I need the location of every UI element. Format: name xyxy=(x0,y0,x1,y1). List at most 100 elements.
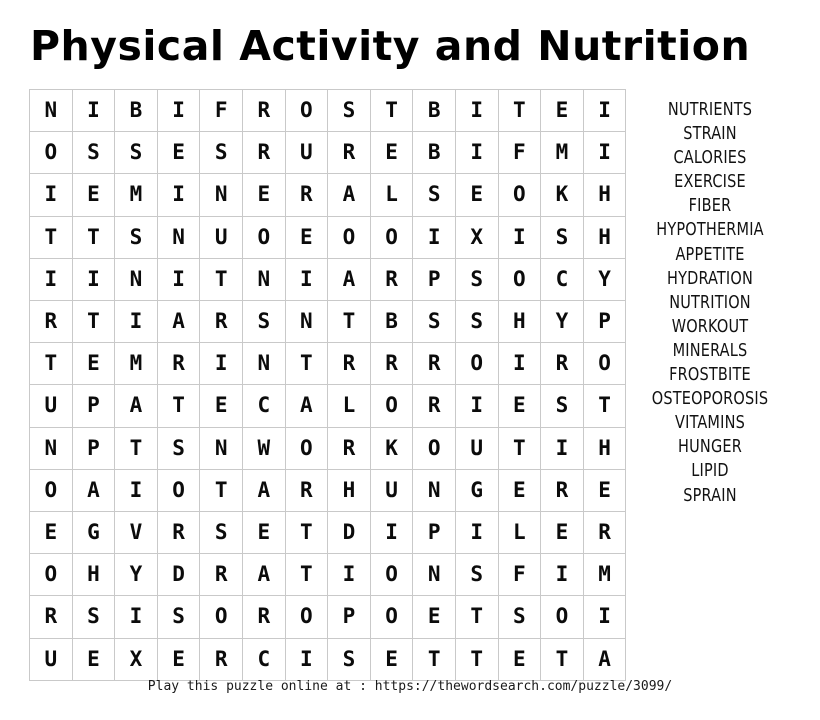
grid-cell[interactable]: D xyxy=(156,553,201,597)
grid-cell[interactable]: N xyxy=(241,342,286,386)
grid-cell[interactable]: S xyxy=(71,595,116,639)
grid-cell[interactable]: T xyxy=(284,342,329,386)
grid-cell[interactable]: H xyxy=(497,300,542,344)
grid-cell[interactable]: M xyxy=(582,553,627,597)
grid-cell[interactable]: R xyxy=(199,637,243,681)
grid-cell[interactable]: E xyxy=(412,595,456,639)
grid-cell[interactable]: R xyxy=(327,342,371,386)
grid-cell[interactable]: S xyxy=(199,511,243,555)
grid-cell[interactable]: E xyxy=(497,384,542,428)
grid-cell[interactable]: E xyxy=(241,511,286,555)
grid-cell[interactable]: N xyxy=(284,300,329,344)
grid-cell[interactable]: S xyxy=(199,131,243,175)
grid-cell[interactable]: T xyxy=(71,215,116,259)
grid-cell[interactable]: E xyxy=(156,131,201,175)
grid-cell[interactable]: E xyxy=(29,511,73,555)
grid-cell[interactable]: I xyxy=(454,511,499,555)
grid-cell[interactable]: E xyxy=(284,215,329,259)
word-list-item[interactable]: MINERALS xyxy=(627,339,793,363)
grid-cell[interactable]: O xyxy=(29,131,73,175)
grid-cell[interactable]: I xyxy=(114,595,158,639)
word-list-item[interactable]: APPETITE xyxy=(627,243,793,267)
word-list-item[interactable]: CALORIES xyxy=(627,146,793,170)
grid-cell[interactable]: D xyxy=(327,511,371,555)
grid-cell[interactable]: S xyxy=(454,553,499,597)
grid-cell[interactable]: I xyxy=(454,131,499,175)
grid-cell[interactable]: S xyxy=(327,637,371,681)
grid-cell[interactable]: R xyxy=(284,173,329,217)
word-list-item[interactable]: SPRAIN xyxy=(627,484,793,508)
grid-cell[interactable]: S xyxy=(71,131,116,175)
grid-cell[interactable]: R xyxy=(241,131,286,175)
grid-cell[interactable]: R xyxy=(199,300,243,344)
grid-cell[interactable]: R xyxy=(540,342,584,386)
grid-cell[interactable]: R xyxy=(369,257,414,302)
grid-cell[interactable]: S xyxy=(327,88,371,133)
grid-cell[interactable]: P xyxy=(327,595,371,639)
grid-cell[interactable]: O xyxy=(156,468,201,513)
grid-cell[interactable]: O xyxy=(369,553,414,597)
grid-cell[interactable]: R xyxy=(241,88,286,133)
grid-cell[interactable]: A xyxy=(327,173,371,217)
grid-cell[interactable]: I xyxy=(540,426,584,470)
grid-cell[interactable]: T xyxy=(29,342,73,386)
grid-cell[interactable]: R xyxy=(412,342,456,386)
grid-cell[interactable]: I xyxy=(29,257,73,302)
word-list-item[interactable]: EXERCISE xyxy=(627,170,793,194)
grid-cell[interactable]: N xyxy=(29,426,73,470)
word-list-item[interactable]: HUNGER xyxy=(627,435,793,459)
grid-cell[interactable]: C xyxy=(540,257,584,302)
grid-cell[interactable]: L xyxy=(327,384,371,428)
grid-cell[interactable]: I xyxy=(497,215,542,259)
grid-cell[interactable]: F xyxy=(199,88,243,133)
grid-cell[interactable]: I xyxy=(156,257,201,302)
word-search-grid[interactable]: NIBIFROSTBITEIOSSESRUREBIFMIIEMINERALSEO… xyxy=(29,88,627,681)
word-list-item[interactable]: HYDRATION xyxy=(627,267,793,291)
grid-cell[interactable]: A xyxy=(582,637,627,681)
word-list-item[interactable]: OSTEOPOROSIS xyxy=(627,387,793,411)
grid-cell[interactable]: N xyxy=(199,173,243,217)
grid-cell[interactable]: T xyxy=(284,553,329,597)
grid-cell[interactable]: H xyxy=(71,553,116,597)
grid-cell[interactable]: R xyxy=(156,511,201,555)
grid-cell[interactable]: I xyxy=(71,257,116,302)
grid-cell[interactable]: P xyxy=(71,426,116,470)
grid-cell[interactable]: T xyxy=(327,300,371,344)
grid-cell[interactable]: S xyxy=(241,300,286,344)
grid-cell[interactable]: S xyxy=(114,131,158,175)
grid-cell[interactable]: M xyxy=(114,342,158,386)
grid-cell[interactable]: I xyxy=(327,553,371,597)
grid-cell[interactable]: R xyxy=(284,468,329,513)
grid-cell[interactable]: I xyxy=(156,88,201,133)
grid-cell[interactable]: N xyxy=(156,215,201,259)
grid-cell[interactable]: O xyxy=(497,257,542,302)
grid-cell[interactable]: F xyxy=(497,553,542,597)
word-list-item[interactable]: FIBER xyxy=(627,194,793,218)
grid-cell[interactable]: U xyxy=(29,384,73,428)
grid-cell[interactable]: T xyxy=(497,426,542,470)
grid-cell[interactable]: N xyxy=(29,88,73,133)
grid-cell[interactable]: R xyxy=(156,342,201,386)
grid-cell[interactable]: E xyxy=(71,173,116,217)
grid-cell[interactable]: R xyxy=(199,553,243,597)
grid-cell[interactable]: H xyxy=(327,468,371,513)
grid-cell[interactable]: N xyxy=(241,257,286,302)
grid-cell[interactable]: R xyxy=(327,131,371,175)
grid-cell[interactable]: T xyxy=(369,88,414,133)
grid-cell[interactable]: O xyxy=(540,595,584,639)
grid-cell[interactable]: E xyxy=(241,173,286,217)
word-list-item[interactable]: FROSTBITE xyxy=(627,363,793,387)
grid-cell[interactable]: S xyxy=(114,215,158,259)
grid-cell[interactable]: E xyxy=(369,131,414,175)
grid-cell[interactable]: B xyxy=(412,131,456,175)
grid-cell[interactable]: U xyxy=(369,468,414,513)
grid-cell[interactable]: I xyxy=(114,300,158,344)
grid-cell[interactable]: O xyxy=(241,215,286,259)
grid-cell[interactable]: T xyxy=(497,88,542,133)
grid-cell[interactable]: B xyxy=(114,88,158,133)
grid-cell[interactable]: E xyxy=(71,637,116,681)
grid-cell[interactable]: T xyxy=(454,595,499,639)
grid-cell[interactable]: L xyxy=(497,511,542,555)
grid-cell[interactable]: T xyxy=(199,257,243,302)
grid-cell[interactable]: I xyxy=(369,511,414,555)
